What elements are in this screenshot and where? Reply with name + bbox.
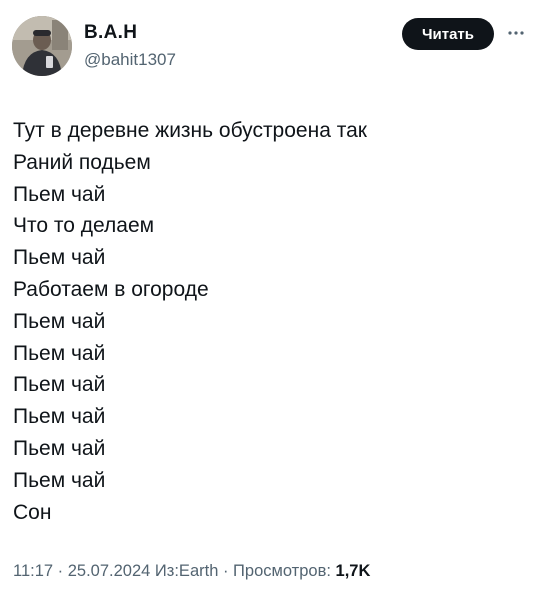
views-count[interactable]: 1,7K <box>336 562 371 580</box>
tweet-line: Пьем чай <box>13 182 106 206</box>
tweet-line: Пьем чай <box>13 373 106 397</box>
tweet-line: Пьем чай <box>13 341 106 365</box>
tweet-line: Сон <box>13 500 52 524</box>
tweet-line: Раний подьем <box>13 150 151 174</box>
meta-separator: · <box>53 562 68 580</box>
more-dots-icon[interactable] <box>506 25 526 41</box>
author-display-name[interactable]: В.А.Н <box>84 22 137 44</box>
views-label: Просмотров: <box>233 562 336 580</box>
meta-separator: · <box>218 562 234 580</box>
tweet-line: Пьем чай <box>13 309 106 333</box>
tweet-line: Пьем чай <box>13 246 106 270</box>
tweet-line: Тут в деревне жизнь обустроена так <box>13 119 367 142</box>
tweet-card: В.А.Н @bahit1307 Читать Тут в деревне жи… <box>0 0 540 597</box>
tweet-line: Пьем чай <box>13 468 106 492</box>
tweet-date[interactable]: 25.07.2024 <box>68 562 151 580</box>
tweet-line: Пьем чай <box>13 405 106 429</box>
tweet-line: Работаем в огороде <box>13 277 209 301</box>
tweet-time[interactable]: 11:17 <box>13 562 53 580</box>
follow-button[interactable]: Читать <box>402 18 494 50</box>
tweet-location: Из:Earth <box>150 562 219 580</box>
tweet-line: Пьем чай <box>13 436 106 460</box>
tweet-line: Что то делаем <box>13 214 155 238</box>
author-avatar[interactable] <box>12 16 72 76</box>
tweet-meta: 11:17 · 25.07.2024 Из:Earth · Просмотров… <box>13 562 370 581</box>
avatar-photo-icon <box>12 16 72 76</box>
tweet-text: Тут в деревне жизнь обустроена так Раний… <box>13 115 528 528</box>
author-handle[interactable]: @bahit1307 <box>84 50 176 70</box>
